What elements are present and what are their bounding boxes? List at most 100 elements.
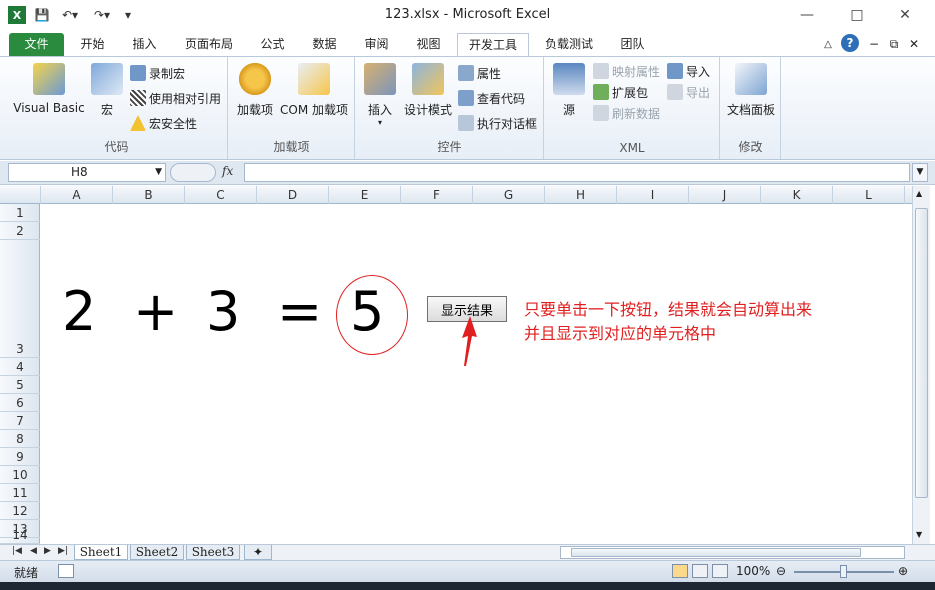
record-macro-button[interactable]: 录制宏 [130, 63, 185, 83]
cell-c3[interactable]: 3 [206, 280, 240, 343]
com-addins-button[interactable]: COM 加载项 [277, 63, 351, 118]
cell-a3[interactable]: 2 [62, 280, 96, 343]
insert-control-button[interactable]: 插入 ▾ [360, 63, 400, 127]
column-header[interactable]: J [689, 186, 761, 204]
tab-file[interactable]: 文件 [9, 33, 64, 56]
macro-security-button[interactable]: 宏安全性 [130, 113, 197, 133]
normal-view-icon[interactable] [672, 564, 688, 578]
xml-export-button[interactable]: 导出 [667, 82, 710, 102]
horizontal-scroll-thumb[interactable] [571, 548, 861, 557]
maximize-icon[interactable]: □ [842, 4, 872, 26]
row-header[interactable]: 12 [0, 502, 40, 520]
row-header[interactable]: 5 [0, 376, 40, 394]
cell-grid[interactable] [41, 204, 912, 544]
formula-bar-splitter[interactable] [170, 163, 216, 182]
column-header[interactable]: D [257, 186, 329, 204]
document-panel-button[interactable]: 文档面板 [723, 63, 779, 118]
column-header[interactable]: G [473, 186, 545, 204]
doc-minimize-icon[interactable]: − [866, 33, 882, 56]
vertical-scrollbar[interactable]: ▲ ▼ [912, 186, 930, 544]
vertical-scroll-thumb[interactable] [915, 208, 928, 498]
row-header[interactable]: 3 [0, 240, 40, 358]
expansion-packs-button[interactable]: 扩展包 [593, 82, 648, 102]
row-header[interactable]: 2 [0, 222, 40, 240]
properties-button[interactable]: 属性 [458, 63, 501, 83]
map-properties-button[interactable]: 映射属性 [593, 61, 660, 81]
tab-view[interactable]: 视图 [406, 33, 451, 56]
sheet-tab-sheet1[interactable]: Sheet1 [74, 545, 128, 560]
column-header[interactable]: F [401, 186, 473, 204]
column-header[interactable]: K [761, 186, 833, 204]
zoom-slider-thumb[interactable] [840, 565, 847, 578]
scroll-up-icon[interactable]: ▲ [916, 189, 922, 198]
column-header[interactable]: E [329, 186, 401, 204]
prev-sheet-icon[interactable]: ◀ [30, 546, 37, 556]
tab-formulas[interactable]: 公式 [250, 33, 295, 56]
help-icon[interactable]: ? [841, 34, 859, 52]
zoom-out-icon[interactable]: ⊖ [776, 564, 786, 578]
next-sheet-icon[interactable]: ▶ [44, 546, 51, 556]
tab-insert[interactable]: 插入 [122, 33, 167, 56]
tab-data[interactable]: 数据 [302, 33, 347, 56]
tab-load-test[interactable]: 负载测试 [536, 33, 602, 56]
column-header[interactable]: A [41, 186, 113, 204]
xml-import-button[interactable]: 导入 [667, 61, 710, 81]
addins-button[interactable]: 加载项 [233, 63, 277, 118]
xml-source-icon [553, 63, 585, 95]
minimize-ribbon-icon[interactable]: △ [820, 33, 836, 56]
run-dialog-button[interactable]: 执行对话框 [458, 113, 537, 133]
zoom-in-icon[interactable]: ⊕ [898, 564, 908, 578]
tab-review[interactable]: 审阅 [354, 33, 399, 56]
xml-source-button[interactable]: 源 [551, 63, 587, 118]
row-header[interactable]: 6 [0, 394, 40, 412]
row-header[interactable]: 10 [0, 466, 40, 484]
column-header[interactable]: H [545, 186, 617, 204]
column-header[interactable]: L [833, 186, 905, 204]
view-code-button[interactable]: 查看代码 [458, 88, 525, 108]
scroll-down-icon[interactable]: ▼ [916, 530, 922, 539]
page-break-view-icon[interactable] [712, 564, 728, 578]
formula-input[interactable] [244, 163, 910, 182]
column-header[interactable]: C [185, 186, 257, 204]
doc-restore-icon[interactable]: ⧉ [886, 33, 902, 56]
row-header[interactable]: 1 [0, 204, 40, 222]
tab-developer[interactable]: 开发工具 [457, 33, 529, 56]
row-header[interactable]: 7 [0, 412, 40, 430]
properties-icon [458, 65, 474, 81]
group-label-xml: XML [619, 141, 645, 155]
column-header[interactable]: I [617, 186, 689, 204]
insert-function-icon[interactable]: fx [222, 164, 233, 178]
horizontal-scrollbar[interactable] [560, 546, 905, 559]
row-header[interactable]: 11 [0, 484, 40, 502]
close-icon[interactable]: ✕ [890, 4, 920, 26]
macro-button[interactable]: 宏 [90, 63, 124, 118]
cell-b3[interactable]: + [133, 280, 178, 343]
page-layout-view-icon[interactable] [692, 564, 708, 578]
sheet-tab-sheet2[interactable]: Sheet2 [130, 545, 184, 560]
insert-sheet-icon[interactable]: ✦ [244, 545, 272, 560]
column-header[interactable]: B [113, 186, 185, 204]
title-bar: X 💾 ↶▾ ↷▾ ▾ 123.xlsx - Microsoft Excel —… [0, 0, 935, 30]
refresh-data-button[interactable]: 刷新数据 [593, 103, 660, 123]
tab-page-layout[interactable]: 页面布局 [176, 33, 242, 56]
name-box[interactable]: H8 ▼ [8, 163, 166, 182]
tab-team[interactable]: 团队 [610, 33, 655, 56]
row-header[interactable]: 9 [0, 448, 40, 466]
relative-reference-button[interactable]: 使用相对引用 [130, 88, 221, 108]
row-header[interactable]: 4 [0, 358, 40, 376]
last-sheet-icon[interactable]: ▶| [58, 546, 68, 556]
first-sheet-icon[interactable]: |◀ [12, 546, 22, 556]
expand-formula-bar-icon[interactable]: ▼ [912, 163, 928, 182]
chevron-down-icon[interactable]: ▼ [155, 164, 162, 181]
macro-recording-icon[interactable] [58, 564, 74, 578]
select-all-corner[interactable] [0, 186, 41, 204]
zoom-level[interactable]: 100% [736, 564, 770, 578]
tab-home[interactable]: 开始 [70, 33, 115, 56]
cell-d3[interactable]: = [277, 280, 322, 343]
sheet-tab-sheet3[interactable]: Sheet3 [186, 545, 240, 560]
minimize-icon[interactable]: — [792, 4, 822, 26]
design-mode-button[interactable]: 设计模式 [402, 63, 454, 118]
row-header[interactable]: 8 [0, 430, 40, 448]
visual-basic-button[interactable]: Visual Basic [10, 63, 88, 115]
doc-close-icon[interactable]: ✕ [906, 33, 922, 56]
